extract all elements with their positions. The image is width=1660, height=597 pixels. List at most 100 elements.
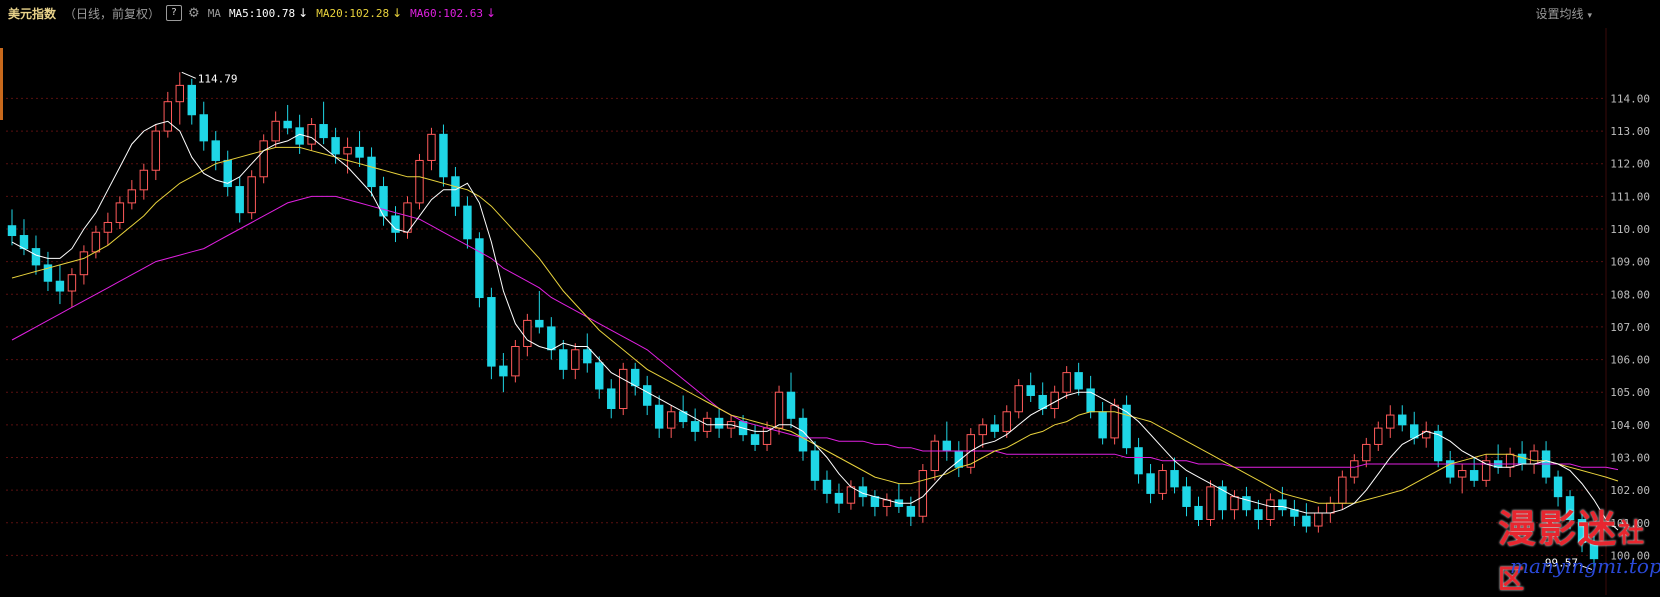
candle-down <box>283 120 292 129</box>
candle-down <box>31 248 41 266</box>
candle-up <box>343 146 352 155</box>
candle-up <box>1338 476 1347 504</box>
candle-up <box>774 391 784 429</box>
candle-down <box>451 176 460 207</box>
candle-down <box>187 84 196 116</box>
candle-down <box>1242 496 1251 511</box>
candle-up <box>666 411 676 429</box>
y-tick-label: 108.00 <box>1610 288 1650 301</box>
candle-up <box>139 169 149 191</box>
candle-up <box>259 140 268 178</box>
candle-up <box>1266 499 1275 521</box>
candle-down <box>630 368 640 387</box>
candle-up <box>930 440 940 472</box>
candle-up <box>571 349 580 370</box>
candle-down <box>822 479 832 494</box>
candle-down <box>870 496 880 507</box>
candle-down <box>211 140 220 161</box>
candle-up <box>1374 427 1383 445</box>
candle-up <box>67 274 77 292</box>
y-tick-label: 110.00 <box>1610 223 1650 236</box>
candle-up <box>1362 443 1371 462</box>
y-tick-label: 105.00 <box>1610 386 1650 399</box>
y-tick-label: 104.00 <box>1610 419 1650 432</box>
candle-down <box>7 225 17 237</box>
candle-down <box>1254 509 1263 521</box>
candle-up <box>91 231 101 253</box>
high-pointer <box>181 71 196 79</box>
candle-up <box>1457 470 1467 478</box>
candle-down <box>690 421 700 432</box>
candle-up <box>1326 502 1335 514</box>
candle-up <box>271 120 280 142</box>
candlestick-chart[interactable]: 114.00 113.00 112.00 111.00 110.00 109.00 108.… <box>0 0 1660 595</box>
watermark-url: manyingmi.top <box>1510 554 1660 578</box>
y-tick-label: 102.00 <box>1610 484 1650 497</box>
watermark-text: 漫影迷 <box>1498 507 1619 551</box>
candle-down <box>331 137 340 155</box>
y-tick-label: 106.00 <box>1610 354 1650 367</box>
candle-down <box>654 404 664 429</box>
candle-down <box>1026 385 1035 396</box>
candle-down <box>1182 486 1191 507</box>
y-tick-label: 112.00 <box>1610 158 1650 171</box>
candle-down <box>1098 411 1107 439</box>
candle-down <box>990 424 999 432</box>
candle-up <box>103 221 113 233</box>
candle-down <box>475 238 484 299</box>
candle-up <box>1206 486 1215 521</box>
candle-up <box>1386 414 1395 429</box>
candle-down <box>1302 515 1311 527</box>
candle-up <box>415 159 424 204</box>
candle-down <box>559 349 568 370</box>
candle-up <box>762 427 772 445</box>
candle-up <box>115 202 125 223</box>
candle-down <box>499 365 508 377</box>
candle-down <box>810 450 820 481</box>
candle-up <box>1110 404 1119 439</box>
candle-up <box>846 486 856 504</box>
candle-down <box>1134 447 1143 475</box>
candle-down <box>487 297 496 367</box>
candle-down <box>1469 470 1479 481</box>
candle-down <box>55 280 65 292</box>
candle-up <box>1350 460 1359 478</box>
candle-up <box>175 84 184 103</box>
candle-down <box>786 391 796 419</box>
candle-up <box>1230 496 1239 511</box>
candle-up <box>1158 470 1167 494</box>
candle-down <box>607 388 616 410</box>
candle-up <box>1014 385 1023 413</box>
candle-up <box>978 424 987 436</box>
candle-up <box>1314 512 1323 527</box>
candle-up <box>427 133 436 161</box>
candle-down <box>642 385 652 406</box>
y-tick-label: 114.00 <box>1610 92 1650 105</box>
candle-down <box>1517 453 1527 465</box>
candle-up <box>307 124 316 145</box>
candle-down <box>834 492 844 504</box>
candle-down <box>235 186 244 214</box>
candle-down <box>1278 499 1287 511</box>
candle-up <box>523 319 532 348</box>
candle-up <box>163 101 173 132</box>
candle-down <box>547 326 556 351</box>
candle-down <box>1553 476 1563 498</box>
candle-up <box>1062 372 1071 393</box>
candle-up <box>511 346 520 377</box>
candle-up <box>403 202 412 233</box>
high-label: 114.79 <box>198 72 238 85</box>
candle-down <box>595 362 604 390</box>
candle-down <box>1194 505 1203 521</box>
candle-down <box>714 417 724 429</box>
candle-down <box>583 349 592 364</box>
y-tick-label: 109.00 <box>1610 256 1650 269</box>
candle-down <box>1398 414 1407 426</box>
candle-down <box>535 319 544 328</box>
candle-down <box>463 205 472 240</box>
y-tick-label: 111.00 <box>1610 190 1650 203</box>
candle-down <box>355 146 364 158</box>
y-tick-label: 113.00 <box>1610 125 1650 138</box>
candle-up <box>1002 411 1011 432</box>
watermark: 漫影迷社区 manyingmi.top <box>1498 498 1660 597</box>
